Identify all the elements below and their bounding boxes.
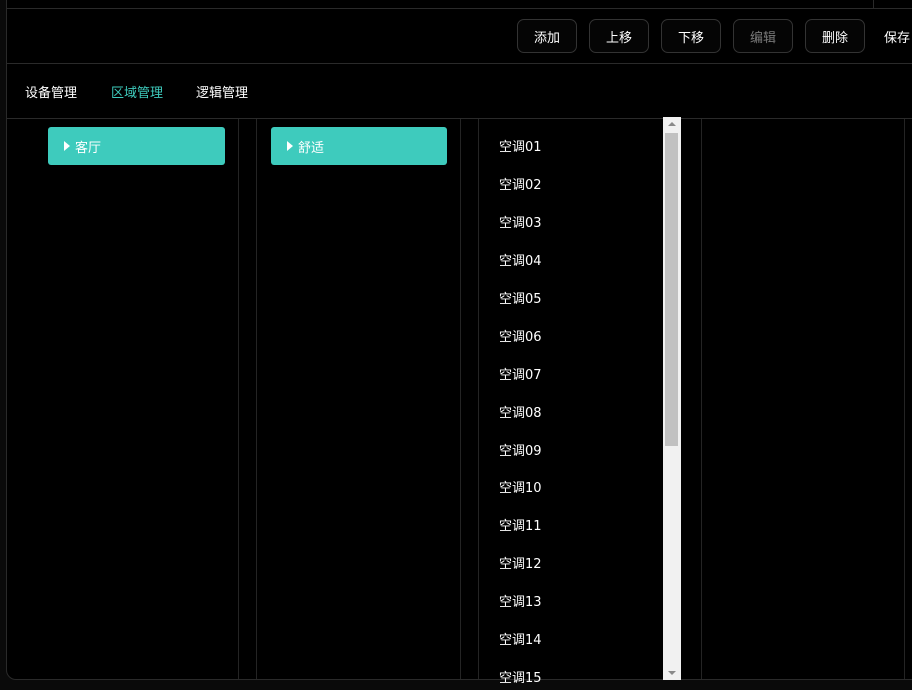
list-item[interactable]: 空调09: [499, 440, 542, 459]
list-item[interactable]: 空调01: [499, 136, 542, 155]
tab-area-management[interactable]: 区域管理: [111, 82, 163, 101]
add-button[interactable]: 添加: [517, 19, 577, 53]
list-item[interactable]: 空调14: [499, 629, 542, 648]
list-item[interactable]: 空调04: [499, 250, 542, 269]
scene-node-label: 舒适: [298, 140, 325, 156]
column-divider: [256, 119, 257, 679]
area-node-label: 客厅: [75, 140, 102, 156]
list-item[interactable]: 空调11: [499, 515, 542, 534]
column-divider: [460, 119, 461, 679]
list-item[interactable]: 空调15: [499, 667, 542, 686]
list-item[interactable]: 空调06: [499, 326, 542, 345]
list-item[interactable]: 空调08: [499, 402, 542, 421]
move-down-button[interactable]: 下移: [661, 19, 721, 53]
device-list: 空调01 空调02 空调03 空调04 空调05 空调06 空调07 空调08 …: [478, 128, 668, 690]
column-divider: [701, 119, 702, 679]
caret-right-icon: [287, 141, 293, 151]
toolbar: 添加 上移 下移 编辑 删除 保存: [7, 9, 912, 64]
tab-logic-management[interactable]: 逻辑管理: [196, 82, 248, 101]
list-item[interactable]: 空调02: [499, 174, 542, 193]
tab-bar: 设备管理 区域管理 逻辑管理: [7, 64, 912, 119]
delete-button[interactable]: 删除: [805, 19, 865, 53]
list-item[interactable]: 空调07: [499, 364, 542, 383]
tab-device-management[interactable]: 设备管理: [25, 82, 77, 101]
triangle-up-icon: [668, 122, 676, 126]
top-strip: [7, 0, 912, 9]
column-divider: [904, 119, 905, 679]
app-frame: 添加 上移 下移 编辑 删除 保存 设备管理 区域管理 逻辑管理: [6, 0, 912, 680]
list-item[interactable]: 空调12: [499, 553, 542, 572]
save-button[interactable]: 保存: [877, 19, 912, 53]
triangle-down-icon: [668, 671, 676, 675]
list-item[interactable]: 空调13: [499, 591, 542, 610]
area-node-living-room[interactable]: 客厅: [48, 127, 225, 165]
scrollbar-thumb[interactable]: [665, 133, 678, 446]
column-divider: [238, 119, 239, 679]
caret-right-icon: [64, 141, 70, 151]
scroll-down-arrow[interactable]: [663, 666, 681, 680]
move-up-button[interactable]: 上移: [589, 19, 649, 53]
device-list-scrollbar[interactable]: [663, 117, 681, 680]
list-item[interactable]: 空调05: [499, 288, 542, 307]
list-item[interactable]: 空调10: [499, 477, 542, 496]
list-item[interactable]: 空调03: [499, 212, 542, 231]
edit-button[interactable]: 编辑: [733, 19, 793, 53]
scroll-up-arrow[interactable]: [663, 117, 681, 131]
top-strip-divider: [873, 0, 874, 9]
scene-node-comfort[interactable]: 舒适: [271, 127, 447, 165]
